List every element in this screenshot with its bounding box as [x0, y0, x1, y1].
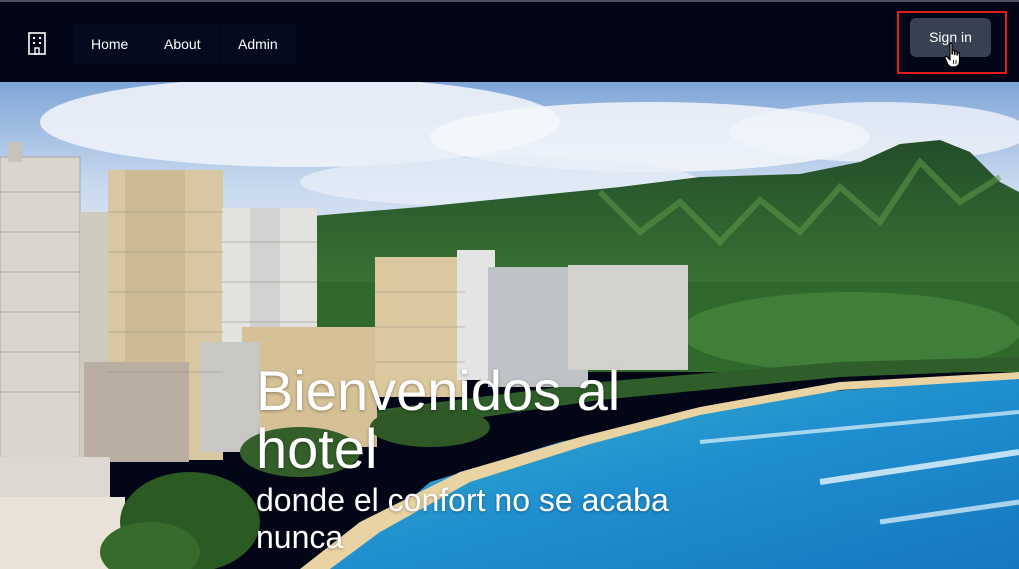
hand-pointer-cursor-icon — [944, 42, 964, 70]
building-icon[interactable] — [26, 31, 48, 55]
hero-section: Bienvenidos al hotel donde el confort no… — [0, 82, 1019, 569]
nav-link-about[interactable]: About — [146, 24, 219, 64]
hero-title: Bienvenidos al hotel — [256, 359, 621, 480]
nav-link-admin[interactable]: Admin — [220, 24, 296, 64]
hero-subtitle: donde el confort no se acaba nunca — [256, 482, 669, 555]
nav-link-home[interactable]: Home — [73, 24, 147, 64]
main-navbar: Home About Admin — [0, 2, 1019, 82]
